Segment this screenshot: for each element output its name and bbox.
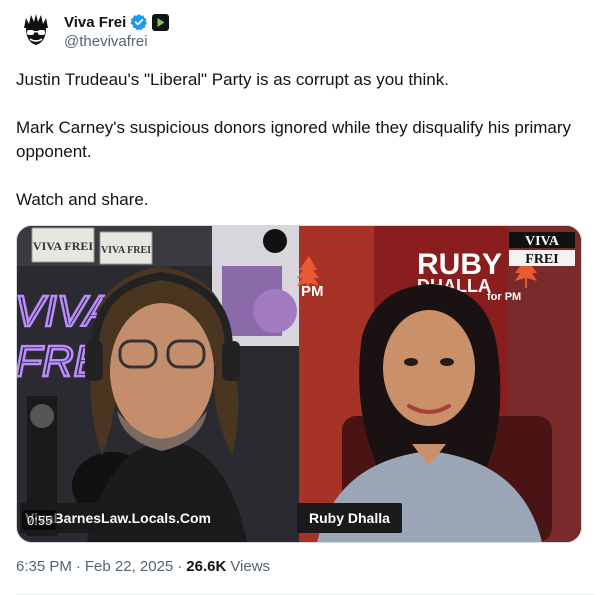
views-label: Views: [230, 558, 271, 575]
video-duration: 0:55: [22, 510, 58, 530]
meta-separator: ·: [75, 558, 81, 575]
avatar-illustration: [16, 12, 56, 52]
video-player[interactable]: VIVA FREI VIVA FREI VIVA FREI PM RUBY DH…: [16, 225, 582, 543]
author-handle[interactable]: @thevivafrei: [64, 33, 148, 50]
svg-text:FREI: FREI: [525, 252, 558, 267]
tweet-meta: 6:35 PM · Feb 22, 2025 · 26.6K Views: [16, 558, 270, 575]
author-display-name[interactable]: Viva Frei: [64, 14, 126, 31]
svg-text:VIVA: VIVA: [525, 234, 560, 249]
right-video-caption: Ruby Dhalla: [297, 503, 402, 533]
svg-text:PM: PM: [301, 283, 324, 300]
verified-badge-icon[interactable]: [130, 13, 148, 31]
tweet: Viva Frei @thevivafrei Justin Trudeau's …: [0, 0, 611, 595]
tweet-date[interactable]: Feb 22, 2025: [85, 558, 173, 575]
svg-text:VIVA FREI: VIVA FREI: [33, 239, 93, 253]
meta-separator: ·: [177, 558, 183, 575]
rumble-icon[interactable]: [152, 13, 170, 31]
video-frame: VIVA FREI VIVA FREI VIVA FREI PM RUBY DH…: [17, 226, 581, 542]
right-caption-text: Ruby Dhalla: [309, 510, 390, 526]
tweet-paragraph: Mark Carney's suspicious donors ignored …: [16, 118, 572, 161]
author-avatar[interactable]: [16, 12, 56, 52]
tweet-paragraph: Justin Trudeau's "Liberal" Party is as c…: [16, 70, 449, 89]
wall-sign-2: VIVA FREI: [99, 231, 153, 265]
svg-text:VIVA FREI: VIVA FREI: [101, 245, 151, 256]
wall-sign-1: VIVA FREI: [31, 227, 95, 263]
views-count: 26.6K: [186, 558, 227, 575]
tweet-paragraph: Watch and share.: [16, 190, 149, 209]
svg-text:for PM: for PM: [487, 291, 521, 303]
tweet-text: Justin Trudeau's "Liberal" Party is as c…: [16, 68, 576, 212]
author-name-row: Viva Frei: [64, 12, 170, 32]
tweet-time[interactable]: 6:35 PM: [16, 558, 72, 575]
